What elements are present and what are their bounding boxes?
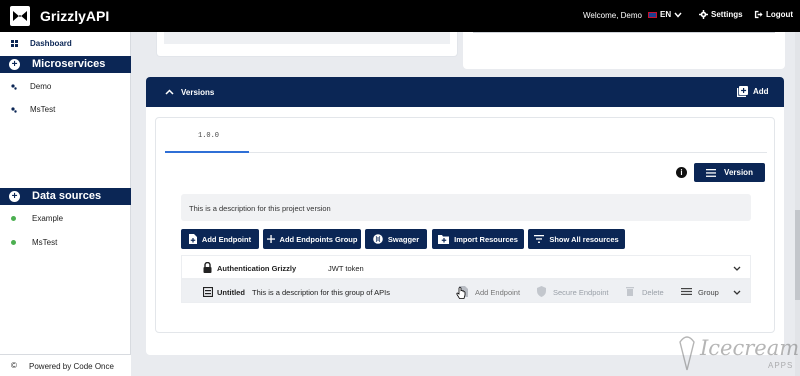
versions-card: Versions Add 1.0.0 i Version This is a d… [146, 77, 784, 355]
button-label: Swagger [387, 234, 420, 244]
chevron-up-icon[interactable] [165, 89, 174, 95]
swagger-button[interactable]: Swagger [365, 229, 427, 249]
uk-flag-icon [648, 11, 657, 18]
filter-icon [534, 235, 545, 243]
microservices-header-label: Microservices [32, 58, 106, 70]
sidebar: Dashboard + Microservices Demo MsTest + … [0, 32, 131, 376]
lock-icon [203, 262, 212, 273]
plus-icon [266, 235, 275, 243]
file-plus-icon [188, 234, 197, 244]
add-microservice-icon[interactable]: + [9, 59, 20, 70]
group-row-untitled[interactable]: Untitled This is a description for this … [181, 279, 751, 303]
microservices-header: + Microservices [0, 56, 131, 73]
sidebar-item-mstest[interactable]: MsTest [0, 103, 131, 117]
watermark-line2: APPS [768, 361, 794, 370]
welcome-text: Welcome, Demo [583, 11, 642, 20]
menu-icon [706, 168, 717, 177]
footer-text: Powered by Code Once [29, 362, 114, 371]
sidebar-item-label: MsTest [30, 105, 56, 114]
button-label: Add Endpoints Group [279, 234, 358, 244]
settings-label: Settings [711, 10, 743, 19]
import-resources-button[interactable]: Import Resources [432, 229, 524, 249]
version-panel: 1.0.0 i Version This is a description fo… [155, 117, 775, 333]
trash-icon [626, 287, 634, 296]
datasources-header-label: Data sources [32, 190, 102, 202]
chevron-down-icon[interactable] [733, 290, 741, 295]
group-detail: This is a description for this group of … [252, 288, 390, 297]
copyright-icon: © [11, 361, 17, 370]
top-right-card [463, 32, 785, 69]
microservice-icon [11, 107, 17, 113]
button-label: Show All resources [549, 234, 619, 244]
group-name: Authentication Grizzly [217, 264, 297, 273]
top-bar: GrizzlyAPI Welcome, Demo EN Settings Log… [0, 0, 800, 32]
icecream-apps-watermark: Icecream APPS [676, 330, 800, 376]
show-all-resources-button[interactable]: Show All resources [528, 229, 625, 249]
chevron-down-icon [674, 12, 682, 18]
row-delete-button[interactable]: Delete [642, 288, 664, 297]
row-secure-endpoint-button[interactable]: Secure Endpoint [553, 288, 608, 297]
logout-icon [754, 10, 763, 19]
watermark-line1: Icecream [700, 336, 800, 360]
add-box-icon [737, 86, 748, 97]
language-label: EN [660, 10, 672, 19]
grizzly-logo-icon[interactable] [9, 5, 31, 27]
add-version-label: Add [753, 87, 769, 96]
folder-plus-icon [438, 234, 450, 244]
row-group-button[interactable]: Group [698, 288, 719, 297]
app-title[interactable]: GrizzlyAPI [40, 8, 109, 24]
sidebar-item-label: Demo [30, 82, 52, 91]
datasources-header: + Data sources [0, 188, 131, 205]
group-row-authentication[interactable]: Authentication Grizzly JWT token [181, 255, 751, 279]
swagger-icon [373, 234, 383, 244]
logout-button[interactable]: Logout [754, 10, 793, 19]
sidebar-item-demo[interactable]: Demo [0, 80, 131, 94]
sidebar-item-mstest-ds[interactable]: MsTest [0, 236, 131, 250]
gear-icon [699, 10, 708, 19]
tab-divider [165, 152, 767, 153]
icecream-cone-icon [679, 336, 695, 371]
scrollbar-thumb[interactable] [795, 210, 800, 300]
divider [473, 32, 775, 33]
chevron-down-icon[interactable] [733, 266, 741, 271]
top-left-card-content [164, 32, 450, 44]
versions-title: Versions [181, 88, 215, 97]
add-endpoint-button[interactable]: Add Endpoint [181, 229, 259, 249]
microservice-icon [11, 84, 17, 90]
add-datasource-icon[interactable]: + [9, 191, 20, 202]
status-dot-icon [11, 240, 16, 245]
button-label: Import Resources [454, 234, 518, 244]
top-left-card [156, 32, 458, 57]
sidebar-item-label: MsTest [32, 238, 58, 247]
page-scrollbar[interactable] [795, 32, 800, 376]
hand-cursor-icon [456, 287, 466, 299]
sidebar-footer: © Powered by Code Once [0, 354, 131, 376]
row-add-endpoint-button[interactable]: Add Endpoint [475, 288, 520, 297]
logout-label: Logout [766, 10, 794, 19]
sidebar-item-dashboard[interactable]: Dashboard [0, 38, 131, 51]
tab-version-1-0-0[interactable]: 1.0.0 [198, 132, 219, 140]
versions-header: Versions Add [146, 77, 784, 107]
group-name: Untitled [217, 288, 245, 297]
settings-button[interactable]: Settings [699, 10, 743, 19]
menu-icon [681, 288, 692, 295]
sidebar-item-example[interactable]: Example [0, 212, 131, 226]
shield-icon [537, 286, 546, 297]
sidebar-item-label: Example [32, 214, 64, 223]
group-icon [203, 287, 213, 297]
status-dot-icon [11, 216, 16, 221]
version-button-label: Version [724, 168, 753, 177]
group-detail: JWT token [328, 264, 364, 273]
button-label: Add Endpoint [201, 234, 252, 244]
version-menu-button[interactable]: Version [694, 163, 765, 182]
add-version-button[interactable]: Add [737, 86, 769, 97]
language-selector[interactable]: EN [648, 10, 682, 19]
sidebar-item-label: Dashboard [30, 39, 72, 48]
dashboard-icon [11, 40, 18, 47]
add-endpoints-group-button[interactable]: Add Endpoints Group [263, 229, 361, 249]
active-tab-indicator [165, 151, 249, 153]
version-description: This is a description for this project v… [181, 194, 751, 221]
info-icon[interactable]: i [676, 167, 687, 178]
